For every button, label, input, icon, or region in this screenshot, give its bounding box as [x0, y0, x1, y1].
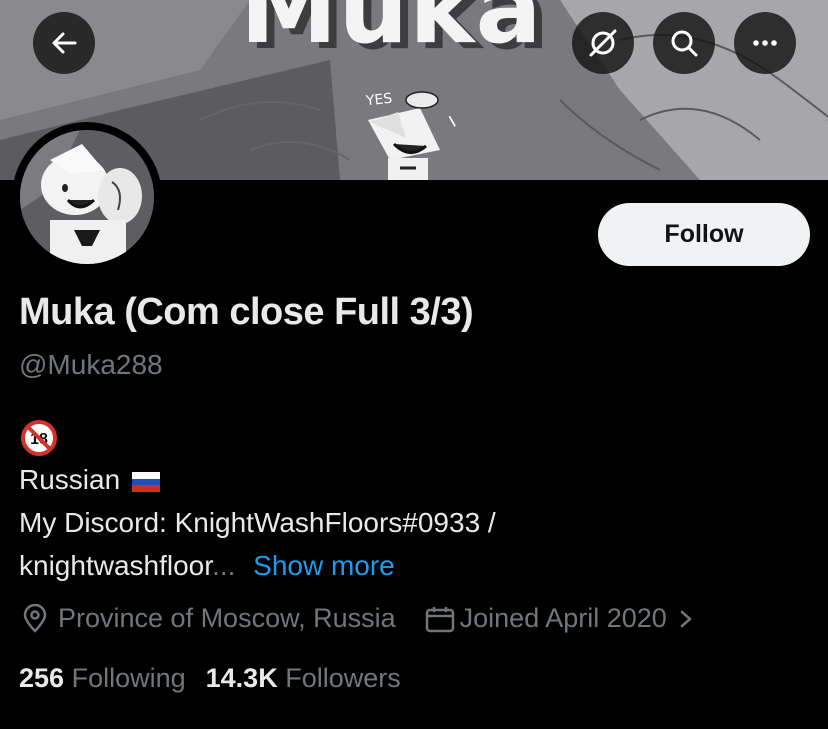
bio-line-2: My Discord: KnightWashFloors#0933 /: [19, 507, 496, 538]
banner-title-text: Muka: [240, 0, 543, 66]
russia-flag-icon: [131, 471, 160, 492]
follow-button[interactable]: Follow: [598, 203, 810, 266]
notifications-button[interactable]: [572, 12, 634, 74]
following-label: Following: [71, 663, 186, 693]
bio-line-1: Russian: [19, 464, 160, 496]
bio-line-3: knightwashfloor... Show more: [19, 550, 395, 582]
location-text: Province of Moscow, Russia: [58, 603, 396, 633]
slashed-circle-icon: [589, 29, 617, 57]
back-button[interactable]: [33, 12, 95, 74]
user-handle: @Muka288: [19, 349, 163, 380]
chevron-right-icon: [680, 610, 692, 627]
followers-count: 14.3K: [205, 663, 278, 693]
search-icon: [671, 30, 698, 57]
followers-label: Followers: [285, 663, 401, 693]
avatar[interactable]: [12, 122, 162, 272]
bio-line-1-text: Russian: [19, 464, 121, 495]
profile-meta: Province of Moscow, Russia Joined April …: [20, 603, 697, 634]
following-count: 256: [19, 663, 65, 693]
location-item: Province of Moscow, Russia: [20, 603, 396, 634]
more-horizontal-icon: [753, 40, 777, 46]
banner-yes-text: YES: [365, 90, 394, 110]
no-under-18-icon: 18: [21, 420, 57, 456]
following-stat[interactable]: 256 Following: [19, 663, 186, 694]
search-button[interactable]: [653, 12, 715, 74]
show-more-link[interactable]: Show more: [253, 550, 395, 581]
arrow-left-icon: [52, 32, 77, 54]
location-pin-icon: [23, 603, 47, 633]
avatar-image: [20, 130, 154, 264]
bio-line-3-text: knightwashfloor: [19, 550, 213, 581]
followers-stat[interactable]: 14.3K Followers: [206, 663, 401, 694]
follow-stats: 256 Following 14.3K Followers: [19, 663, 401, 694]
display-name: Muka (Com close Full 3/3): [19, 291, 474, 333]
joined-item[interactable]: Joined April 2020: [424, 603, 697, 634]
calendar-icon: [425, 606, 454, 632]
more-button[interactable]: [734, 12, 796, 74]
bio-ellipsis: ...: [212, 550, 236, 581]
joined-text: Joined April 2020: [459, 603, 667, 633]
